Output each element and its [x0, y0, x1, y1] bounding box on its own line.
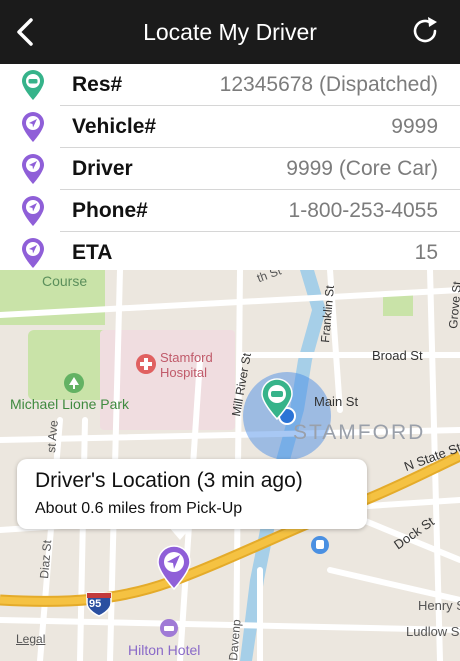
highway-number: 95 [89, 598, 102, 610]
location-pin-purple-icon [22, 238, 44, 268]
callout-subtitle: About 0.6 miles from Pick-Up [35, 500, 243, 517]
map-label-hospital-line1: Stamford [160, 350, 213, 365]
driver-location-callout[interactable]: Driver's Location (3 min ago) About 0.6 … [17, 459, 367, 529]
info-row-phone: Phone# 1-800-253-4055 [0, 190, 460, 231]
callout-title: Driver's Location (3 min ago) [35, 469, 303, 492]
map-label-henry-st: Henry St [418, 598, 460, 613]
location-pin-purple-icon [22, 154, 44, 184]
hospital-icon [136, 354, 156, 374]
map-label-stamford: STAMFORD [293, 421, 426, 444]
tree-icon [64, 373, 84, 393]
info-value: 9999 [391, 115, 438, 138]
nav-bar: Locate My Driver [0, 0, 460, 64]
info-value: 12345678 (Dispatched) [219, 73, 438, 96]
info-row-vehicle: Vehicle# 9999 [0, 106, 460, 147]
driver-info-list: Res# 12345678 (Dispatched) Vehicle# 9999… [0, 64, 460, 270]
info-label: ETA [72, 241, 113, 264]
info-value: 15 [414, 241, 438, 264]
info-value[interactable]: 1-800-253-4055 [289, 190, 438, 231]
map-label-west-ave: st Ave [44, 419, 61, 454]
train-icon [311, 536, 329, 554]
info-label: Res# [72, 73, 123, 96]
car-pin-green-icon[interactable] [260, 378, 294, 420]
map-label-ludlow-st: Ludlow St [406, 624, 460, 639]
info-value: 9999 (Core Car) [286, 157, 438, 180]
location-pin-purple-icon [22, 196, 44, 226]
info-label: Vehicle# [72, 115, 157, 138]
map-label-main-st: Main St [314, 394, 359, 409]
driver-location-pin-icon[interactable] [156, 544, 192, 590]
map-label-broad-st: Broad St [372, 348, 423, 363]
hotel-icon [160, 619, 178, 637]
info-row-driver: Driver 9999 (Core Car) [0, 148, 460, 189]
info-row-eta: ETA 15 [0, 232, 460, 273]
refresh-icon[interactable] [408, 14, 442, 48]
map-label-hospital-line2: Hospital [160, 365, 207, 380]
info-label: Phone# [72, 199, 148, 222]
map-label-hilton: Hilton Hotel [128, 642, 201, 658]
info-label: Driver [72, 157, 133, 180]
location-pin-purple-icon [22, 112, 44, 142]
map-label-course: Course [42, 273, 88, 289]
car-pin-green-icon [22, 70, 44, 100]
page-title: Locate My Driver [143, 19, 317, 45]
map-label-park: Michael Lione Park [10, 396, 130, 412]
legal-link[interactable]: Legal [16, 632, 45, 646]
info-row-reservation: Res# 12345678 (Dispatched) [0, 64, 460, 105]
